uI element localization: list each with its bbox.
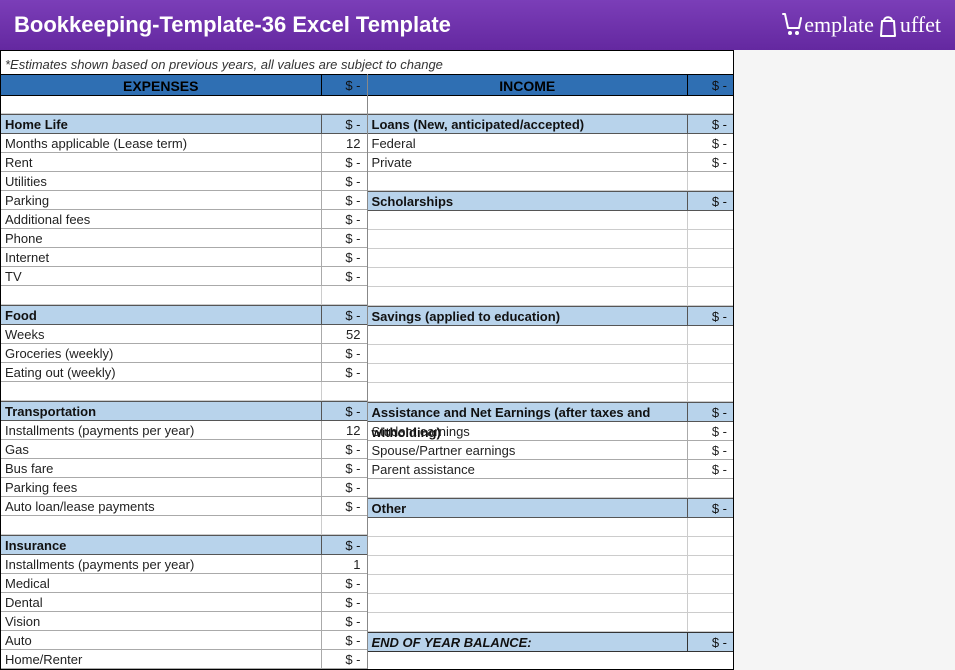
table-row [368, 249, 734, 268]
table-row: Federal$ - [368, 134, 734, 153]
spacer [1, 96, 367, 114]
table-row: Home/Renter$ - [1, 650, 367, 669]
table-row [368, 211, 734, 230]
table-row: Rent$ - [1, 153, 367, 172]
section-total[interactable]: $ - [687, 403, 733, 421]
end-of-year-balance: END OF YEAR BALANCE: $ - [368, 632, 734, 652]
table-row: Installments (payments per year)12 [1, 421, 367, 440]
section-label: Assistance and Net Earnings (after taxes… [368, 403, 688, 421]
table-row [368, 575, 734, 594]
section-food: Food $ - [1, 305, 367, 325]
section-label: Insurance [1, 536, 321, 554]
table-row: Vision$ - [1, 612, 367, 631]
table-row [368, 479, 734, 498]
section-other: Other $ - [368, 498, 734, 518]
table-row: Parking fees$ - [1, 478, 367, 497]
logo-text-right: uffet [900, 12, 941, 38]
section-total[interactable]: $ - [321, 536, 367, 554]
expenses-header: EXPENSES $ - [1, 74, 367, 96]
table-row: Parking$ - [1, 191, 367, 210]
page-header: Bookkeeping-Template-36 Excel Template e… [0, 0, 955, 50]
section-label: Loans (New, anticipated/accepted) [368, 115, 688, 133]
table-row: Auto$ - [1, 631, 367, 650]
table-row [368, 364, 734, 383]
expenses-title: EXPENSES [1, 75, 321, 95]
logo-text-left: emplate [804, 12, 874, 38]
section-total[interactable]: $ - [687, 115, 733, 133]
logo-bag-icon [877, 11, 899, 39]
table-row [368, 594, 734, 613]
table-row: Bus fare$ - [1, 459, 367, 478]
section-label: Transportation [1, 402, 321, 420]
section-assistance: Assistance and Net Earnings (after taxes… [368, 402, 734, 422]
table-row: Internet$ - [1, 248, 367, 267]
section-scholarships: Scholarships $ - [368, 191, 734, 211]
table-row: TV$ - [1, 267, 367, 286]
table-row [368, 613, 734, 632]
table-row: Groceries (weekly)$ - [1, 344, 367, 363]
section-home-life: Home Life $ - [1, 114, 367, 134]
section-label: Food [1, 306, 321, 324]
page-title: Bookkeeping-Template-36 Excel Template [14, 12, 451, 38]
table-row [368, 230, 734, 249]
section-insurance: Insurance $ - [1, 535, 367, 555]
expenses-total[interactable]: $ - [321, 75, 367, 95]
table-row: Utilities$ - [1, 172, 367, 191]
table-row [1, 286, 367, 305]
table-row: Eating out (weekly)$ - [1, 363, 367, 382]
note-text: *Estimates shown based on previous years… [1, 51, 733, 74]
section-loans: Loans (New, anticipated/accepted) $ - [368, 114, 734, 134]
income-header: INCOME $ - [368, 74, 734, 96]
table-row [368, 537, 734, 556]
section-total[interactable]: $ - [321, 115, 367, 133]
section-label: Other [368, 499, 688, 517]
table-row: Parent assistance$ - [368, 460, 734, 479]
spacer [368, 96, 734, 114]
table-row [368, 326, 734, 345]
table-row [1, 382, 367, 401]
table-row: Phone$ - [1, 229, 367, 248]
table-row [368, 556, 734, 575]
end-value[interactable]: $ - [687, 633, 733, 651]
end-label: END OF YEAR BALANCE: [368, 633, 688, 651]
table-row [368, 518, 734, 537]
table-row [1, 516, 367, 535]
section-savings: Savings (applied to education) $ - [368, 306, 734, 326]
section-transportation: Transportation $ - [1, 401, 367, 421]
table-row [368, 268, 734, 287]
table-row: Private$ - [368, 153, 734, 172]
table-row [368, 345, 734, 364]
table-row: Gas$ - [1, 440, 367, 459]
income-title: INCOME [368, 75, 688, 95]
section-total[interactable]: $ - [687, 307, 733, 325]
table-row: Additional fees$ - [1, 210, 367, 229]
table-row [368, 383, 734, 402]
table-row: Student earnings$ - [368, 422, 734, 441]
section-label: Home Life [1, 115, 321, 133]
table-row: Spouse/Partner earnings$ - [368, 441, 734, 460]
table-row: Auto loan/lease payments$ - [1, 497, 367, 516]
spreadsheet: *Estimates shown based on previous years… [0, 50, 734, 670]
section-label: Scholarships [368, 192, 688, 210]
income-total[interactable]: $ - [687, 75, 733, 95]
section-total[interactable]: $ - [321, 402, 367, 420]
table-row: Medical$ - [1, 574, 367, 593]
logo-cart-icon [779, 11, 803, 39]
income-column: INCOME $ - Loans (New, anticipated/accep… [368, 74, 734, 669]
expenses-column: EXPENSES $ - Home Life $ - Months applic… [1, 74, 368, 669]
section-total[interactable]: $ - [687, 499, 733, 517]
section-total[interactable]: $ - [687, 192, 733, 210]
table-row: Months applicable (Lease term)12 [1, 134, 367, 153]
section-label: Savings (applied to education) [368, 307, 688, 325]
table-row [368, 172, 734, 191]
table-row: Installments (payments per year)1 [1, 555, 367, 574]
section-total[interactable]: $ - [321, 306, 367, 324]
table-row: Weeks52 [1, 325, 367, 344]
logo: emplate uffet [776, 11, 941, 39]
table-row [368, 287, 734, 306]
